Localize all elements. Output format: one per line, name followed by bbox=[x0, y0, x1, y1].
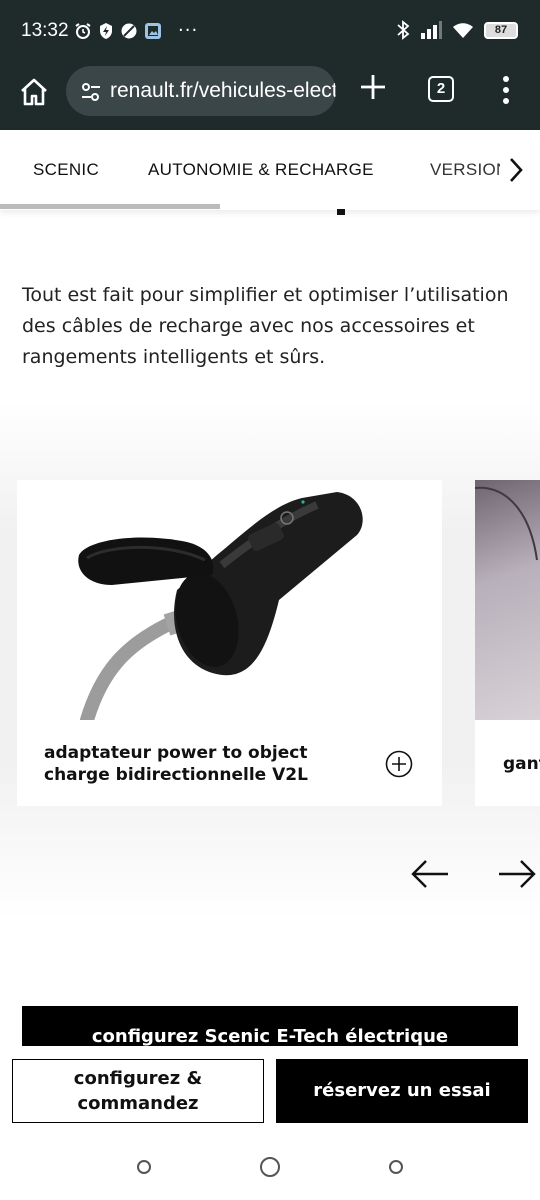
signal-icon bbox=[421, 21, 442, 39]
section-nav: SCENIC AUTONOMIE & RECHARGE VERSIONS bbox=[0, 130, 540, 210]
new-tab-button[interactable] bbox=[356, 72, 390, 106]
arrow-left-icon[interactable] bbox=[410, 857, 450, 891]
nav-scroll-indicator bbox=[0, 204, 220, 209]
wifi-icon bbox=[453, 23, 473, 38]
system-navigation bbox=[0, 1136, 540, 1200]
kebab-icon[interactable] bbox=[496, 74, 516, 106]
v2l-adapter-image bbox=[17, 480, 442, 720]
tab-switcher-button[interactable]: 2 bbox=[428, 76, 454, 102]
browser-toolbar: renault.fr/vehicules-electriques/scenic … bbox=[0, 62, 540, 130]
plus-circle-icon[interactable] bbox=[385, 750, 413, 778]
plus-icon bbox=[361, 75, 385, 99]
heading-fragment bbox=[337, 209, 345, 215]
system-status-icons: 87 bbox=[396, 20, 518, 40]
address-bar[interactable]: renault.fr/vehicules-electriques/scenic bbox=[66, 66, 336, 116]
notification-icons bbox=[74, 22, 162, 40]
data-saver-icon bbox=[121, 23, 137, 39]
card-title[interactable]: gant bbox=[503, 754, 540, 774]
tune-icon[interactable] bbox=[80, 81, 102, 103]
alarm-icon bbox=[75, 23, 91, 39]
chevron-right-icon bbox=[510, 158, 523, 182]
back-icon[interactable] bbox=[389, 1160, 403, 1174]
status-bar: 13:32 ··· 87 bbox=[0, 0, 540, 62]
intro-paragraph: Tout est fait pour simplifier et optimis… bbox=[22, 284, 509, 368]
glove-image bbox=[475, 480, 540, 720]
battery-icon: 87 bbox=[484, 21, 518, 39]
shield-bolt-icon bbox=[100, 23, 112, 39]
nav-next-button[interactable] bbox=[500, 150, 540, 190]
sticky-action-bar: configurez & commandez réservez un essai bbox=[0, 1046, 540, 1136]
more-notifications: ··· bbox=[178, 20, 199, 41]
accessory-card[interactable]: adaptateur power to object charge bidire… bbox=[17, 480, 442, 806]
tab-autonomie-recharge[interactable]: AUTONOMIE & RECHARGE bbox=[148, 160, 374, 180]
book-test-drive-button[interactable]: réservez un essai bbox=[276, 1059, 528, 1123]
home-nav-icon[interactable] bbox=[260, 1157, 280, 1177]
gallery-icon bbox=[145, 23, 161, 39]
home-icon[interactable] bbox=[16, 74, 52, 110]
tab-scenic[interactable]: SCENIC bbox=[33, 160, 99, 180]
recents-icon[interactable] bbox=[137, 1160, 151, 1174]
status-time: 13:32 bbox=[21, 20, 69, 41]
accessory-card[interactable]: gant bbox=[475, 480, 540, 806]
configure-order-button[interactable]: configurez & commandez bbox=[12, 1059, 264, 1123]
arrow-right-icon[interactable] bbox=[497, 857, 537, 891]
card-title[interactable]: adaptateur power to object charge bidire… bbox=[44, 742, 374, 786]
bluetooth-icon bbox=[397, 20, 410, 40]
url-text[interactable]: renault.fr/vehicules-electriques/scenic bbox=[110, 79, 336, 103]
